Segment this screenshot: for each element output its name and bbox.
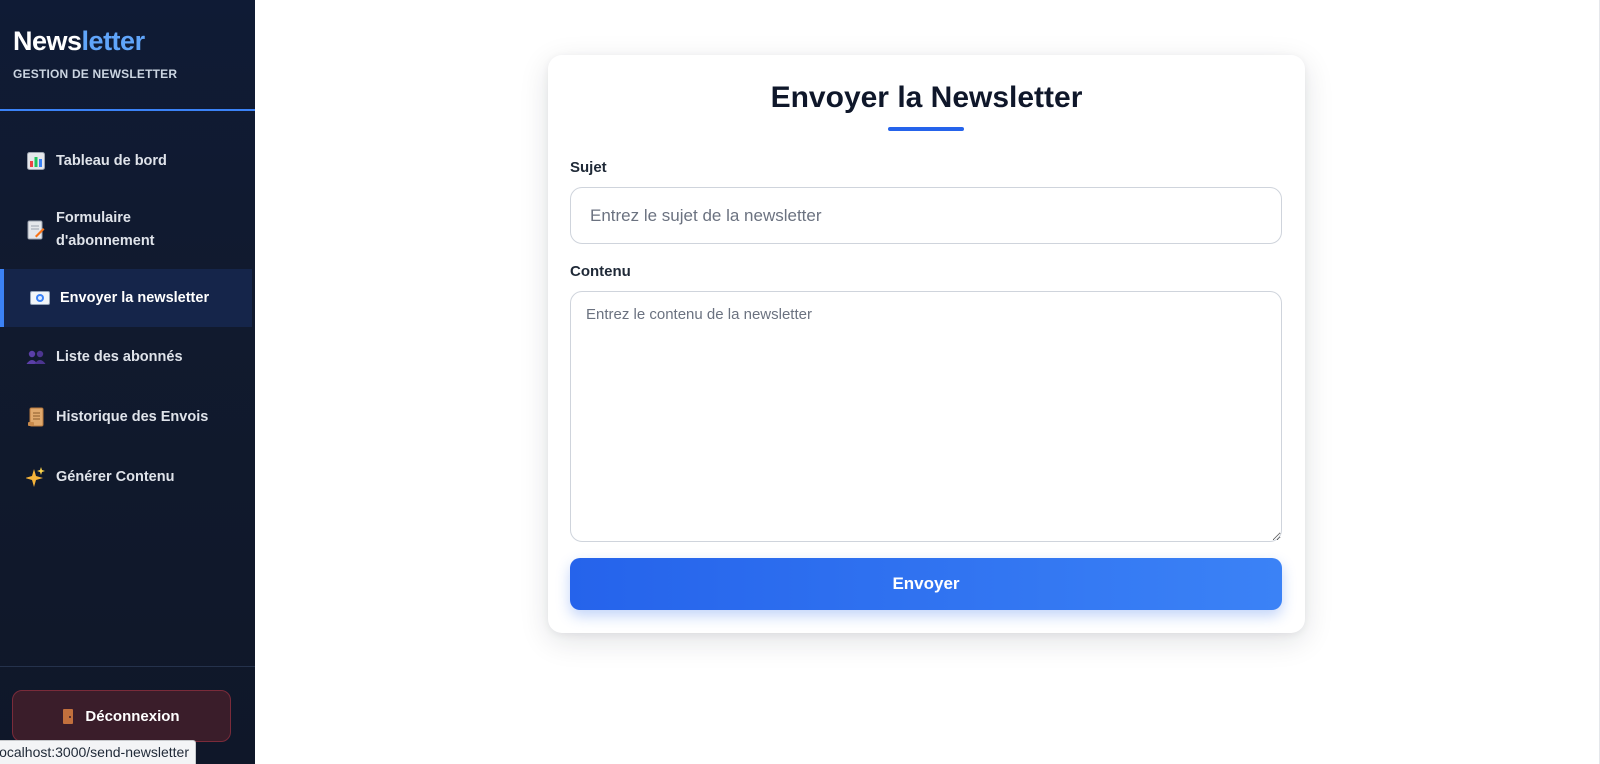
envelope-icon [30,288,50,308]
sidebar-item-label: Formulaire d'abonnement [56,210,155,249]
brand-subtitle: GESTION DE NEWSLETTER [13,67,178,81]
logout-label: Déconnexion [85,707,180,725]
status-bar-url: localhost:3000/send-newsletter [0,740,197,764]
title-underline [888,127,964,131]
page-title: Envoyer la Newsletter [770,81,1083,114]
sidebar-nav: Tableau de bord Formulaire d'abonnement … [0,131,255,507]
sidebar-item-label: Historique des Envois [56,409,209,425]
brand-title-part-a: News [13,26,82,56]
sidebar-item-history[interactable]: Historique des Envois [0,387,252,447]
sidebar-item-dashboard[interactable]: Tableau de bord [0,131,252,191]
sidebar: Newsletter GESTION DE NEWSLETTER Tableau… [0,0,255,764]
content-label: Contenu [570,263,631,280]
sidebar-item-label: Générer Contenu [56,469,175,485]
subject-label: Sujet [570,159,607,176]
door-icon [63,708,74,724]
sidebar-item-send-newsletter[interactable]: Envoyer la newsletter [0,269,252,327]
brand-title: Newsletter [13,26,255,57]
sidebar-item-label: Tableau de bord [56,153,167,169]
status-url-text: localhost:3000/send-newsletter [0,744,190,760]
subject-input[interactable] [570,187,1282,244]
logout-button[interactable]: Déconnexion [12,690,231,742]
sidebar-item-subscribers[interactable]: Liste des abonnés [0,327,252,387]
sidebar-item-subscription-form[interactable]: Formulaire d'abonnement [0,191,252,269]
sparkles-icon [26,467,46,487]
send-newsletter-card: Envoyer la Newsletter Sujet Contenu Envo… [548,55,1305,633]
users-icon [26,347,46,367]
sidebar-item-label: Envoyer la newsletter [60,290,210,306]
memo-icon [26,220,46,240]
sidebar-item-generate-content[interactable]: Générer Contenu [0,447,252,507]
brand: Newsletter GESTION DE NEWSLETTER [0,0,255,111]
bar-chart-icon [26,151,46,171]
scroll-icon [26,407,46,427]
brand-title-part-b: letter [81,26,146,56]
sidebar-item-label: Liste des abonnés [56,349,183,365]
content-textarea[interactable] [570,291,1282,542]
send-button[interactable]: Envoyer [570,558,1282,610]
